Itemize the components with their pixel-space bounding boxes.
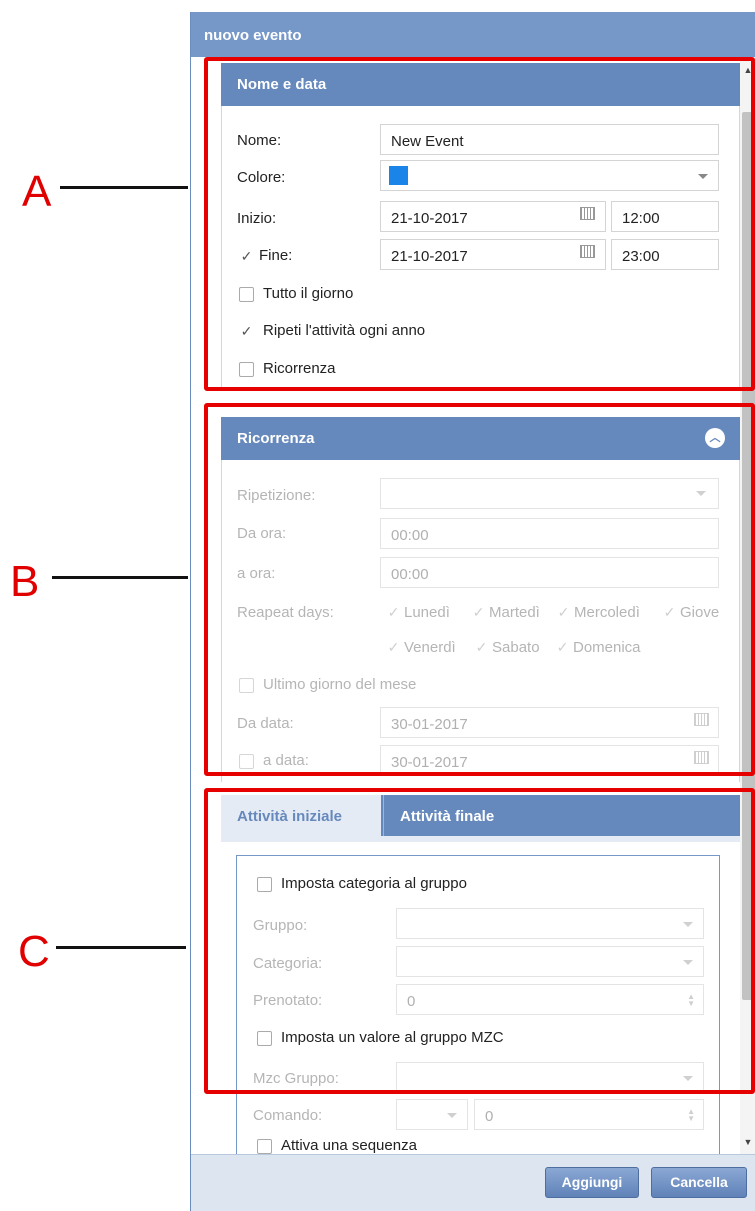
scroll-up-icon[interactable]: ▲ xyxy=(740,62,755,78)
day-checkbox-sabato[interactable]: ✓ xyxy=(474,640,489,655)
tutto-giorno-label: Tutto il giorno xyxy=(263,285,354,302)
ripetizione-label: Ripetizione: xyxy=(237,487,316,504)
comando-select[interactable] xyxy=(396,1099,468,1130)
nome-label: Nome: xyxy=(237,132,282,149)
tab-underline xyxy=(221,836,740,842)
day-label-mercoledi: Mercoledì xyxy=(574,604,640,621)
comando-value-input[interactable]: 0 ▲ ▼ xyxy=(474,1099,704,1130)
day-checkbox-venerdi[interactable]: ✓ xyxy=(386,640,401,655)
categoria-select[interactable] xyxy=(396,946,704,977)
ricorrenza-header-label: Ricorrenza xyxy=(237,430,315,447)
ricorrenza-checkbox[interactable] xyxy=(239,362,254,377)
spinner-icon[interactable]: ▲ ▼ xyxy=(687,1108,695,1123)
tutto-giorno-checkbox[interactable] xyxy=(239,287,254,302)
annotation-line-b xyxy=(52,576,188,579)
gruppo-select[interactable] xyxy=(396,908,704,939)
day-label-giovedi: Giove xyxy=(680,604,720,621)
mzc-gruppo-label: Mzc Gruppo: xyxy=(253,1070,339,1087)
fine-label: Fine: xyxy=(259,247,293,264)
day-checkbox-lunedi[interactable]: ✓ xyxy=(386,605,401,620)
annotation-label-a: A xyxy=(22,167,52,216)
attiva-sequenza-label: Attiva una sequenza xyxy=(281,1137,417,1154)
scroll-down-icon[interactable]: ▼ xyxy=(740,1134,755,1150)
inizio-label: Inizio: xyxy=(237,210,277,227)
annotation-label-b: B xyxy=(10,557,40,606)
add-button[interactable]: Aggiungi xyxy=(545,1167,639,1198)
mzc-gruppo-select[interactable] xyxy=(396,1062,704,1093)
panel-header-nome-data[interactable]: Nome e data xyxy=(221,63,740,106)
categoria-label: Categoria: xyxy=(253,955,323,972)
a-data-input[interactable]: 30-01-2017 xyxy=(380,745,719,776)
attiva-sequenza-checkbox[interactable] xyxy=(257,1139,272,1154)
da-ora-label: Da ora: xyxy=(237,525,287,542)
tab-attivita-iniziale[interactable]: Attività iniziale xyxy=(221,795,381,836)
prenotato-value: 0 xyxy=(407,993,416,1010)
dialog-footer: Aggiungi Cancella xyxy=(191,1154,755,1211)
panel-header-ricorrenza[interactable]: Ricorrenza ︿ xyxy=(221,417,740,460)
a-data-checkbox[interactable] xyxy=(239,754,254,769)
tab-attivita-finale[interactable]: Attività finale xyxy=(383,795,531,836)
imposta-mzc-label: Imposta un valore al gruppo MZC xyxy=(281,1029,504,1046)
annotation-line-c xyxy=(56,946,186,949)
ultimo-giorno-label: Ultimo giorno del mese xyxy=(263,676,417,693)
day-label-venerdi: Venerdì xyxy=(404,639,456,656)
imposta-mzc-checkbox[interactable] xyxy=(257,1031,272,1046)
ripeti-anno-checkbox[interactable]: ✓ xyxy=(239,324,254,339)
day-label-sabato: Sabato xyxy=(492,639,540,656)
spinner-icon[interactable]: ▲ ▼ xyxy=(687,993,695,1008)
calendar-icon[interactable] xyxy=(580,207,595,220)
day-checkbox-mercoledi[interactable]: ✓ xyxy=(556,605,571,620)
chevron-down-icon xyxy=(683,922,693,927)
da-ora-input[interactable]: 00:00 xyxy=(380,518,719,549)
fine-time-input[interactable]: 23:00 xyxy=(611,239,719,270)
dialog-title: nuovo evento xyxy=(191,12,755,57)
annotation-label-c: C xyxy=(18,927,50,976)
gruppo-label: Gruppo: xyxy=(253,917,308,934)
comando-label: Comando: xyxy=(253,1107,323,1124)
ultimo-giorno-checkbox[interactable] xyxy=(239,678,254,693)
dialog-content: Nome e data Nome: New Event Colore: Iniz… xyxy=(191,57,740,1154)
a-data-label: a data: xyxy=(263,752,309,769)
cancel-button[interactable]: Cancella xyxy=(651,1167,747,1198)
chevron-up-icon[interactable]: ︿ xyxy=(705,428,725,448)
ripetizione-select[interactable] xyxy=(380,478,719,509)
annotation-line-a xyxy=(60,186,188,189)
chevron-down-icon xyxy=(698,174,708,179)
scrollbar-thumb[interactable] xyxy=(742,112,755,1000)
repeat-days-label: Reapeat days: xyxy=(237,604,334,621)
ricorrenza-label: Ricorrenza xyxy=(263,360,336,377)
ripeti-anno-label: Ripeti l'attività ogni anno xyxy=(263,322,426,339)
colore-select[interactable] xyxy=(380,160,719,191)
chevron-down-icon xyxy=(683,960,693,965)
a-ora-input[interactable]: 00:00 xyxy=(380,557,719,588)
day-checkbox-martedi[interactable]: ✓ xyxy=(471,605,486,620)
day-label-lunedi: Lunedì xyxy=(404,604,450,621)
imposta-categoria-checkbox[interactable] xyxy=(257,877,272,892)
nome-input[interactable]: New Event xyxy=(380,124,719,155)
calendar-icon[interactable] xyxy=(694,751,709,764)
da-data-label: Da data: xyxy=(237,715,294,732)
day-label-martedi: Martedì xyxy=(489,604,540,621)
fine-date-input[interactable]: 21-10-2017 xyxy=(380,239,606,270)
colore-label: Colore: xyxy=(237,169,286,186)
day-checkbox-domenica[interactable]: ✓ xyxy=(555,640,570,655)
new-event-dialog: nuovo evento Nome e data Nome: New Event… xyxy=(190,12,755,1211)
fine-checkbox[interactable]: ✓ xyxy=(239,249,254,264)
day-checkbox-giovedi[interactable]: ✓ xyxy=(662,605,677,620)
day-label-domenica: Domenica xyxy=(573,639,641,656)
prenotato-label: Prenotato: xyxy=(253,992,323,1009)
calendar-icon[interactable] xyxy=(694,713,709,726)
inizio-time-input[interactable]: 12:00 xyxy=(611,201,719,232)
chevron-down-icon xyxy=(447,1113,457,1118)
imposta-categoria-label: Imposta categoria al gruppo xyxy=(281,875,467,892)
calendar-icon[interactable] xyxy=(580,245,595,258)
comando-value: 0 xyxy=(485,1108,494,1125)
a-ora-label: a ora: xyxy=(237,565,276,582)
da-data-input[interactable]: 30-01-2017 xyxy=(380,707,719,738)
chevron-down-icon xyxy=(696,491,706,496)
prenotato-input[interactable]: 0 ▲ ▼ xyxy=(396,984,704,1015)
color-swatch xyxy=(389,166,408,185)
chevron-down-icon xyxy=(683,1076,693,1081)
inizio-date-input[interactable]: 21-10-2017 xyxy=(380,201,606,232)
